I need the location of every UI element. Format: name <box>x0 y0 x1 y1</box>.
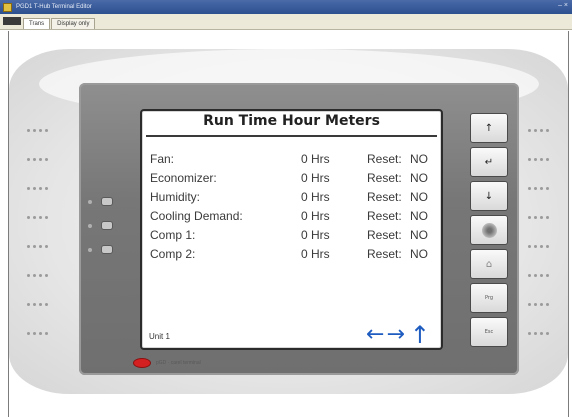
window-title: PGD1 T-Hub Terminal Editor <box>16 4 92 10</box>
alarm-icon <box>481 222 497 238</box>
arrow-up-icon[interactable]: ↑ <box>410 323 430 347</box>
meter-reset-state[interactable]: NO <box>410 190 428 204</box>
right-speaker-grille <box>528 117 552 349</box>
enter-key[interactable]: ↵ <box>470 147 508 177</box>
meter-row-comp-1: Comp 1: 0 Hrs Reset: NO <box>142 228 441 244</box>
led-indicator-1 <box>88 197 113 206</box>
left-speaker-grille <box>27 117 51 349</box>
meter-row-economizer: Economizer: 0 Hrs Reset: NO <box>142 171 441 187</box>
meter-row-comp-2: Comp 2: 0 Hrs Reset: NO <box>142 247 441 263</box>
led-lamp <box>101 221 113 230</box>
meter-reset-state[interactable]: NO <box>410 152 428 166</box>
meter-reset-label: Reset: <box>367 190 402 204</box>
led-indicator-2 <box>88 221 113 230</box>
arrow-left-icon[interactable]: ← <box>366 324 384 346</box>
meter-label: Comp 2: <box>150 247 196 261</box>
arrow-right-icon[interactable]: → <box>386 324 404 346</box>
meter-value: 0 Hrs <box>301 171 330 185</box>
unit-label: Unit 1 <box>149 332 170 341</box>
led-dot <box>88 223 92 228</box>
meter-value: 0 Hrs <box>301 190 330 204</box>
led-indicator-3 <box>88 245 113 254</box>
window-titlebar: PGD1 T-Hub Terminal Editor – × <box>0 0 572 14</box>
led-dot <box>88 247 92 252</box>
screen-nav-arrows: ← → ↑ <box>366 323 430 347</box>
meter-row-fan: Fan: 0 Hrs Reset: NO <box>142 152 441 168</box>
tab-display-only[interactable]: Display only <box>51 18 96 29</box>
menu-icon[interactable] <box>3 17 21 25</box>
meter-reset-label: Reset: <box>367 152 402 166</box>
terminal-canvas: Run Time Hour Meters Fan: 0 Hrs Reset: N… <box>8 31 569 417</box>
meter-reset-state[interactable]: NO <box>410 247 428 261</box>
led-lamp <box>101 245 113 254</box>
meter-value: 0 Hrs <box>301 152 330 166</box>
meter-value: 0 Hrs <box>301 209 330 223</box>
screen-title: Run Time Hour Meters <box>203 113 380 129</box>
meter-label: Comp 1: <box>150 228 196 242</box>
led-dot <box>88 199 92 204</box>
alarm-key[interactable] <box>470 215 508 245</box>
brand-logo-icon <box>133 358 151 368</box>
meter-reset-state[interactable]: NO <box>410 228 428 242</box>
meter-reset-label: Reset: <box>367 247 402 261</box>
home-key[interactable]: ⌂ <box>470 249 508 279</box>
meter-label: Economizer: <box>150 171 217 185</box>
down-key[interactable]: ↓ <box>470 181 508 211</box>
brand-logo: pGD · carel terminal <box>133 358 201 368</box>
menubar: Trans Display only <box>0 14 572 30</box>
meter-label: Fan: <box>150 152 175 166</box>
meter-row-cooling-demand: Cooling Demand: 0 Hrs Reset: NO <box>142 209 441 225</box>
meter-value: 0 Hrs <box>301 228 330 242</box>
meter-reset-label: Reset: <box>367 228 402 242</box>
lcd-screen: Run Time Hour Meters Fan: 0 Hrs Reset: N… <box>140 109 443 350</box>
meter-reset-label: Reset: <box>367 209 402 223</box>
meter-row-humidity: Humidity: 0 Hrs Reset: NO <box>142 190 441 206</box>
keypad: ↑ ↵ ↓ ⌂ Prg Esc <box>470 113 512 363</box>
meter-label: Cooling Demand: <box>150 209 243 223</box>
title-divider <box>146 135 437 137</box>
up-key[interactable]: ↑ <box>470 113 508 143</box>
tab-trans[interactable]: Trans <box>23 18 51 29</box>
prg-key[interactable]: Prg <box>470 283 508 313</box>
esc-key[interactable]: Esc <box>470 317 508 347</box>
meter-value: 0 Hrs <box>301 247 330 261</box>
brand-logo-text: pGD · carel terminal <box>156 360 201 366</box>
meter-reset-label: Reset: <box>367 171 402 185</box>
app-icon <box>3 2 12 12</box>
meter-reset-state[interactable]: NO <box>410 209 428 223</box>
window-controls[interactable]: – × <box>558 2 568 9</box>
meter-label: Humidity: <box>150 190 201 204</box>
meter-reset-state[interactable]: NO <box>410 171 428 185</box>
led-lamp <box>101 197 113 206</box>
